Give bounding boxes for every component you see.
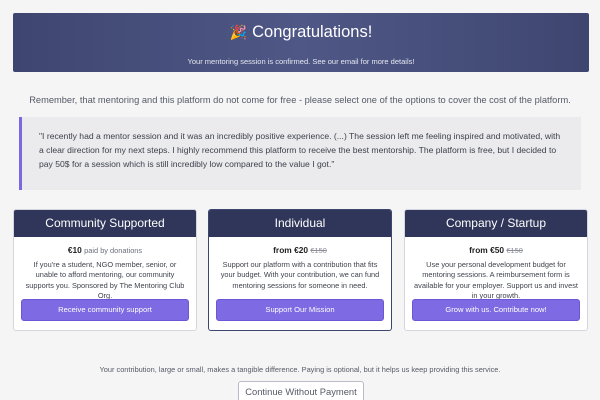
banner-title-text: Congratulations! xyxy=(252,23,373,41)
plan-price: from €20 €150 xyxy=(209,245,391,255)
plan-card-company: Company / Startup from €50 €150 Use your… xyxy=(404,209,588,331)
plan-description: Use your personal development budget for… xyxy=(414,260,578,301)
plan-description: Support our platform with a contribution… xyxy=(220,260,380,290)
plan-card-individual: Individual from €20 €150 Support our pla… xyxy=(208,209,392,331)
banner-subtitle: Your mentoring session is confirmed. See… xyxy=(187,57,415,66)
party-popper-icon: 🎉 xyxy=(229,24,248,40)
receive-community-support-button[interactable]: Receive community support xyxy=(21,299,189,321)
plan-price-value: from €20 xyxy=(273,245,309,255)
plan-price-original: €150 xyxy=(310,246,327,255)
testimonial-quote: "I recently had a mentor session and it … xyxy=(19,117,581,190)
plan-card-community: Community Supported €10 paid by donation… xyxy=(13,209,197,331)
plan-description: If you're a student, NGO member, senior,… xyxy=(25,260,185,301)
cost-notice: Remember, that mentoring and this platfo… xyxy=(29,95,571,105)
plan-price-value: from €50 xyxy=(469,245,505,255)
contribution-footer-text: Your contribution, large or small, makes… xyxy=(99,365,501,374)
continue-without-payment-button[interactable]: Continue Without Payment xyxy=(238,381,364,400)
plan-price-value: €10 xyxy=(67,245,82,255)
support-our-mission-button[interactable]: Support Our Mission xyxy=(216,299,384,321)
confirmation-banner: 🎉 Congratulations! Your mentoring session… xyxy=(13,13,589,72)
plan-price-note: paid by donations xyxy=(84,246,143,255)
plan-card-title: Community Supported xyxy=(14,210,196,237)
plan-price: €10 paid by donations xyxy=(14,245,196,255)
plan-card-title: Individual xyxy=(209,210,391,237)
plan-price: from €50 €150 xyxy=(405,245,587,255)
plan-price-original: €150 xyxy=(506,246,523,255)
contribute-now-button[interactable]: Grow with us. Contribute now! xyxy=(412,299,580,321)
plan-card-title: Company / Startup xyxy=(405,210,587,237)
banner-title: 🎉 Congratulations! xyxy=(13,23,589,42)
